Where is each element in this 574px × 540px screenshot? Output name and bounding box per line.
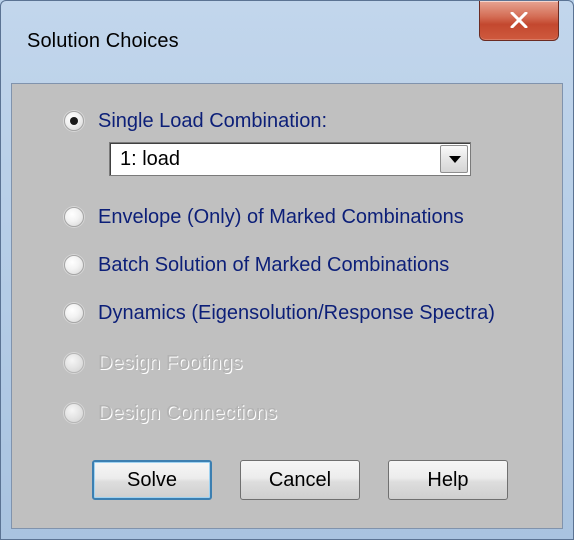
solution-choices-dialog: Solution Choices Single Load Combination…: [0, 0, 574, 540]
dialog-title: Solution Choices: [27, 30, 179, 52]
design-footings-label: Design Footings: [98, 352, 243, 374]
design-footings-radio: [64, 353, 84, 373]
help-button[interactable]: Help: [388, 460, 508, 500]
dynamics-radio[interactable]: [64, 303, 84, 323]
single-load-combination-radio[interactable]: [64, 111, 84, 131]
batch-solution-label[interactable]: Batch Solution of Marked Combinations: [98, 252, 449, 278]
load-combination-select[interactable]: 1: load: [109, 142, 471, 176]
single-load-combination-label[interactable]: Single Load Combination:: [98, 108, 327, 134]
envelope-label[interactable]: Envelope (Only) of Marked Combinations: [98, 204, 464, 230]
dynamics-label[interactable]: Dynamics (Eigensolution/Response Spectra…: [98, 300, 495, 326]
title-bar[interactable]: Solution Choices: [1, 1, 573, 81]
design-connections-radio: [64, 403, 84, 423]
solve-button[interactable]: Solve: [92, 460, 212, 500]
batch-solution-radio[interactable]: [64, 255, 84, 275]
load-combination-value: 1: load: [120, 148, 181, 170]
dialog-body: Single Load Combination: 1: load Envelop…: [11, 83, 563, 529]
cancel-button[interactable]: Cancel: [240, 460, 360, 500]
design-connections-label: Design Connections: [98, 402, 277, 424]
close-icon: [510, 12, 528, 28]
envelope-radio[interactable]: [64, 207, 84, 227]
dropdown-arrow-icon[interactable]: [440, 145, 468, 173]
close-button[interactable]: [479, 1, 559, 41]
